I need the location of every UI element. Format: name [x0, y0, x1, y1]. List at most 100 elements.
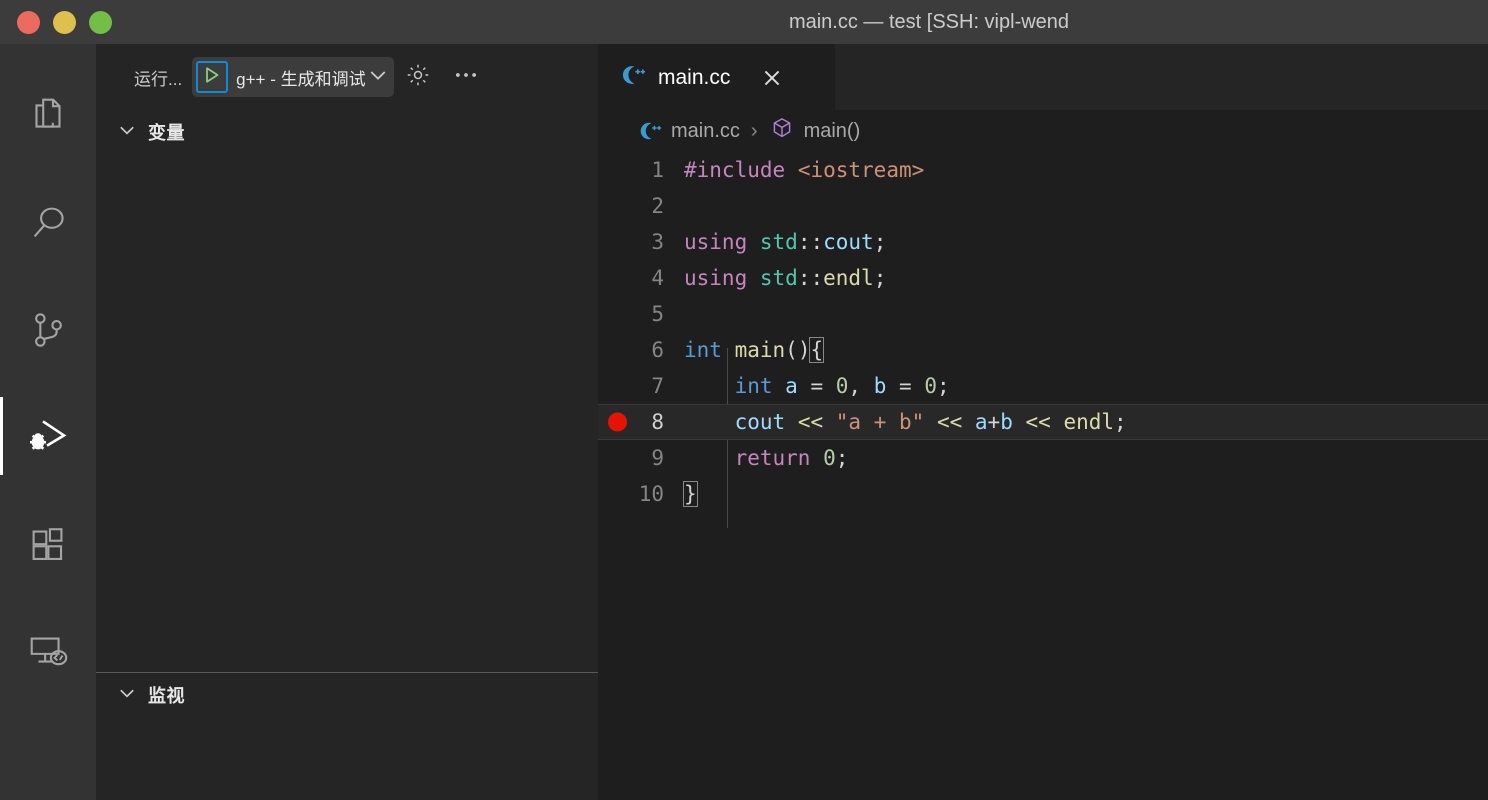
code-token: #include [684, 158, 786, 182]
chevron-down-icon [116, 682, 138, 709]
files-icon [25, 93, 71, 139]
vscode-window: main.cc — test [SSH: vipl-wend 运行... g++… [0, 0, 1488, 800]
pane-title-watch: 监视 [148, 686, 185, 706]
source-control-icon [25, 307, 71, 353]
editor-group: main.cc main.cc › main() 1 #include <ios… [598, 44, 1488, 800]
line-number: 9 [651, 446, 664, 470]
code-token: endl [823, 266, 874, 290]
code-token: int [684, 338, 722, 362]
sidebar-item-remote-explorer[interactable] [0, 597, 96, 704]
code-token: << [797, 410, 824, 434]
code-token: ; [936, 374, 950, 398]
bracket-match: { [809, 337, 825, 363]
code-token: using [684, 266, 748, 290]
activity-bar [0, 44, 96, 800]
sidebar-item-search[interactable] [0, 169, 96, 276]
code-line[interactable]: 6 int main(){ [598, 332, 1488, 368]
launch-configuration-name: g++ - 生成和调试 [236, 69, 366, 89]
breadcrumb: main.cc › main() [598, 110, 1488, 152]
code-token: , [848, 374, 874, 398]
code-token: = [886, 374, 925, 398]
code-token: endl [1063, 410, 1115, 434]
code-token: main [734, 338, 786, 362]
sidebar-item-run-and-debug[interactable] [0, 383, 96, 490]
pane-header-variables[interactable]: 变量 [96, 110, 598, 154]
code-line[interactable]: 8 cout << "a + b" << a+b << endl; [598, 404, 1488, 440]
code-line[interactable]: 4 using std::endl; [598, 260, 1488, 296]
code-token: :: [797, 230, 824, 254]
code-token: using [684, 230, 748, 254]
cpp-file-icon [638, 119, 662, 143]
window-title: main.cc — test [SSH: vipl-wend [788, 10, 1070, 33]
code-token: a [785, 374, 798, 398]
chevron-down-icon[interactable] [366, 63, 390, 92]
launch-configuration-select[interactable]: g++ - 生成和调试 [192, 57, 394, 97]
breadcrumb-item-file[interactable]: main.cc [671, 120, 740, 143]
more-actions-icon [451, 60, 481, 95]
search-icon [25, 200, 71, 246]
gear-icon [404, 61, 432, 94]
remote-explorer-icon [25, 628, 71, 674]
code-line[interactable]: 2 [598, 188, 1488, 224]
run-label: 运行... [134, 69, 183, 89]
code-line[interactable]: 5 [598, 296, 1488, 332]
code-line[interactable]: 3 using std::cout; [598, 224, 1488, 260]
extensions-icon [25, 521, 71, 567]
line-number: 7 [651, 374, 664, 398]
close-icon[interactable] [760, 66, 784, 90]
code-line[interactable]: 9 return 0; [598, 440, 1488, 476]
open-launch-json-button[interactable] [394, 53, 442, 101]
sidebar-item-explorer[interactable] [0, 62, 96, 169]
title-bar: main.cc — test [SSH: vipl-wend [0, 0, 1488, 44]
breadcrumb-item-symbol[interactable]: main() [804, 120, 861, 143]
code-line[interactable]: 7 int a = 0, b = 0; [598, 368, 1488, 404]
code-token: = [797, 374, 836, 398]
code-token: 0 [823, 446, 836, 470]
code-token: std [759, 230, 798, 254]
code-line[interactable]: 10} [598, 476, 1488, 512]
code-token: b [1000, 410, 1013, 434]
sidebar-item-source-control[interactable] [0, 276, 96, 383]
code-token: << [936, 410, 963, 434]
variables-tree[interactable] [96, 154, 598, 672]
pane-header-watch[interactable]: 监视 [96, 673, 598, 717]
code-token: ; [835, 446, 849, 470]
sidebar-item-extensions[interactable] [0, 490, 96, 597]
line-number: 2 [651, 194, 664, 218]
bracket-match: } [683, 481, 698, 507]
code-line-content: using std::endl; [680, 266, 1488, 290]
watch-tree[interactable] [96, 717, 598, 800]
pane-title-variables: 变量 [148, 123, 185, 143]
run-debug-icon [24, 413, 72, 461]
code-token: () [785, 338, 811, 362]
code-editor[interactable]: 1 #include <iostream>23 using std::cout;4 u… [598, 152, 1488, 800]
code-line-content: #include <iostream> [680, 158, 1488, 182]
code-line-content: cout << "a + b" << a+b << endl; [680, 410, 1488, 434]
line-number: 6 [651, 338, 664, 362]
start-debugging-button[interactable] [196, 61, 229, 93]
more-actions-button[interactable] [442, 53, 490, 101]
breakpoint-icon[interactable] [608, 412, 627, 432]
editor-tab-main-cc[interactable]: main.cc [598, 44, 835, 110]
code-token: 0 [835, 374, 849, 398]
code-line-content: return 0; [680, 446, 1488, 470]
code-token: <iostream> [797, 158, 925, 182]
code-token: ; [873, 230, 887, 254]
line-number: 4 [651, 266, 664, 290]
code-token: return [734, 446, 811, 470]
code-line[interactable]: 1 #include <iostream> [598, 152, 1488, 188]
code-line-content: int main(){ [680, 337, 1488, 363]
code-token: << [1025, 410, 1051, 434]
code-token: 0 [924, 374, 937, 398]
code-token: a [974, 410, 988, 434]
